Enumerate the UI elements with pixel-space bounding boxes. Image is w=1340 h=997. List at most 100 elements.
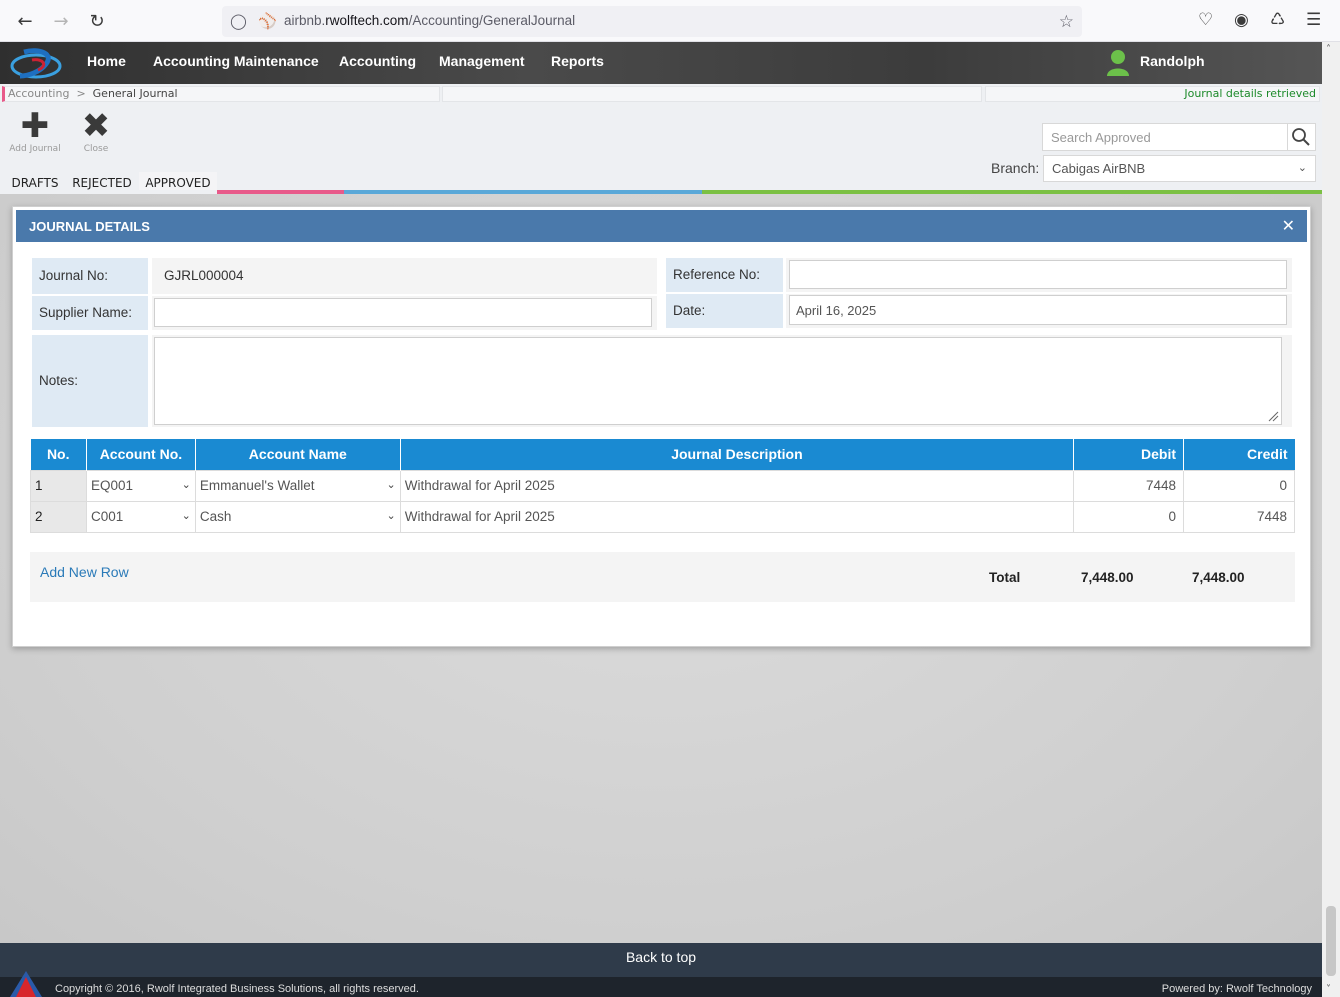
chevron-down-icon: ⌄ [1297, 162, 1307, 174]
toolbar: ✚ Add Journal ✖ Close Search Approved Br… [0, 104, 1322, 194]
footer-logo-icon [10, 971, 42, 997]
breadcrumb-separator: > [76, 87, 86, 100]
pocket-icon[interactable]: ♡ [1198, 10, 1213, 30]
account-no-value: EQ001 [90, 478, 133, 493]
shield-icon[interactable]: ◯ [230, 12, 247, 30]
chevron-down-icon: ⌄ [181, 479, 191, 491]
search-icon [1292, 128, 1310, 146]
row-number: 2 [30, 500, 87, 533]
add-journal-button[interactable]: ✚ Add Journal [5, 108, 65, 154]
status-message: Journal details retrieved [1184, 87, 1316, 100]
close-button[interactable]: ✖ Close [66, 108, 126, 154]
address-bar[interactable]: ◯ ⚾ airbnb.rwolftech.com/Accounting/Gene… [222, 6, 1082, 37]
date-input[interactable]: April 16, 2025 [789, 295, 1287, 325]
search-input[interactable]: Search Approved [1042, 123, 1288, 151]
modal-title: JOURNAL DETAILS [29, 219, 150, 234]
app-header: Home Accounting Maintenance Accounting M… [0, 42, 1322, 84]
account-name-value: Emmanuel's Wallet [199, 478, 315, 493]
description-cell[interactable]: Withdrawal for April 2025 [399, 469, 1075, 502]
breadcrumb-accounting[interactable]: Accounting [8, 87, 69, 100]
browser-toolbar: ← → ↻ ◯ ⚾ airbnb.rwolftech.com/Accountin… [0, 0, 1340, 42]
copyright-text: Copyright © 2016, Rwolf Integrated Busin… [55, 983, 419, 995]
journal-no-cell: GJRL000004 [152, 258, 657, 294]
col-account-no: Account No. [86, 439, 196, 470]
description-cell[interactable]: Withdrawal for April 2025 [399, 500, 1075, 533]
account-no-value: C001 [90, 509, 124, 524]
credit-cell[interactable]: 0 [1183, 469, 1295, 502]
close-icon[interactable]: ✕ [1282, 216, 1295, 235]
total-label: Total [989, 570, 1021, 585]
scroll-down-icon[interactable]: ˅ [1326, 984, 1331, 995]
page-scrollbar[interactable]: ˄ ˅ [1322, 42, 1340, 997]
breadcrumb: Accounting > General Journal [8, 87, 178, 100]
extensions-icon[interactable]: ♺ [1270, 10, 1285, 30]
nav-home[interactable]: Home [87, 53, 126, 69]
powered-by-text: Powered by: Rwolf Technology [1161, 983, 1312, 995]
total-credit: 7,448.00 [1192, 570, 1245, 585]
resize-handle-icon[interactable] [1267, 410, 1279, 422]
table-footer: Add New Row Total 7,448.00 7,448.00 [30, 552, 1295, 602]
x-icon: ✖ [81, 106, 111, 146]
journal-no-label: Journal No: [32, 258, 148, 294]
account-name-select[interactable]: Cash ⌄ [194, 500, 401, 533]
reference-no-input[interactable] [789, 260, 1287, 289]
add-new-row-link[interactable]: Add New Row [40, 564, 129, 580]
account-no-select[interactable]: C001 ⌄ [85, 500, 196, 533]
branch-select[interactable]: Cabigas AirBNB ⌄ [1043, 155, 1316, 182]
chevron-down-icon: ⌄ [386, 510, 396, 522]
debit-cell[interactable]: 0 [1073, 500, 1185, 533]
reference-no-label: Reference No: [666, 258, 783, 292]
supplier-name-input[interactable] [154, 298, 652, 327]
scroll-up-icon[interactable]: ˄ [1326, 44, 1331, 55]
table-row: 2 C001 ⌄ Cash ⌄ Withdrawal for April 2025 … [30, 500, 1295, 533]
user-name[interactable]: Randolph [1140, 53, 1205, 69]
nav-reports[interactable]: Reports [551, 53, 604, 69]
journal-details-modal: JOURNAL DETAILS ✕ Journal No: GJRL000004… [12, 206, 1311, 647]
credit-cell[interactable]: 7448 [1183, 500, 1295, 533]
notes-label: Notes: [32, 335, 148, 427]
col-debit: Debit [1073, 439, 1185, 470]
url-text: airbnb.rwolftech.com/Accounting/GeneralJ… [284, 13, 576, 28]
breadcrumb-current: General Journal [92, 87, 178, 100]
company-logo[interactable] [10, 46, 66, 82]
nav-accounting[interactable]: Accounting [339, 53, 416, 69]
col-journal-description: Journal Description [400, 439, 1075, 470]
add-journal-label: Add Journal [9, 144, 61, 154]
journal-entries-table: No. Account No. Account Name Journal Des… [30, 439, 1295, 533]
user-avatar-icon[interactable] [1106, 48, 1130, 76]
reload-icon[interactable]: ↻ [84, 9, 110, 35]
forward-arrow-icon[interactable]: → [48, 9, 74, 35]
back-to-top-link[interactable]: Back to top [0, 943, 1322, 977]
col-account-name: Account Name [195, 439, 401, 470]
supplier-name-label: Supplier Name: [32, 296, 148, 330]
col-credit: Credit [1183, 439, 1295, 470]
debit-cell[interactable]: 7448 [1073, 469, 1185, 502]
bookmark-star-icon[interactable]: ☆ [1059, 12, 1074, 32]
close-label: Close [83, 144, 109, 154]
total-debit: 7,448.00 [1081, 570, 1134, 585]
col-no: No. [30, 439, 87, 470]
plus-icon: ✚ [20, 106, 50, 146]
date-label: Date: [666, 294, 783, 328]
account-no-select[interactable]: EQ001 ⌄ [85, 469, 196, 502]
search-button[interactable] [1288, 123, 1316, 151]
nav-management[interactable]: Management [439, 53, 525, 69]
lock-icon[interactable]: ⚾ [258, 12, 277, 30]
copyright-bar: Copyright © 2016, Rwolf Integrated Busin… [0, 971, 1322, 997]
nav-accounting-maintenance[interactable]: Accounting Maintenance [153, 53, 319, 69]
row-number: 1 [30, 469, 87, 502]
menu-icon[interactable]: ☰ [1306, 10, 1321, 30]
scroll-thumb[interactable] [1326, 906, 1336, 976]
account-icon[interactable]: ◉ [1234, 10, 1249, 30]
branch-value: Cabigas AirBNB [1052, 161, 1146, 176]
branch-label: Branch: [991, 160, 1040, 176]
breadcrumb-strip: Accounting > General Journal Journal det… [0, 84, 1322, 104]
table-row: 1 EQ001 ⌄ Emmanuel's Wallet ⌄ Withdrawal f… [30, 469, 1295, 502]
account-name-value: Cash [199, 509, 232, 524]
modal-header: JOURNAL DETAILS ✕ [16, 210, 1307, 242]
account-name-select[interactable]: Emmanuel's Wallet ⌄ [194, 469, 401, 502]
chevron-down-icon: ⌄ [181, 510, 191, 522]
journal-no-value: GJRL000004 [164, 268, 244, 283]
back-arrow-icon[interactable]: ← [12, 9, 38, 35]
notes-textarea[interactable] [154, 337, 1282, 425]
